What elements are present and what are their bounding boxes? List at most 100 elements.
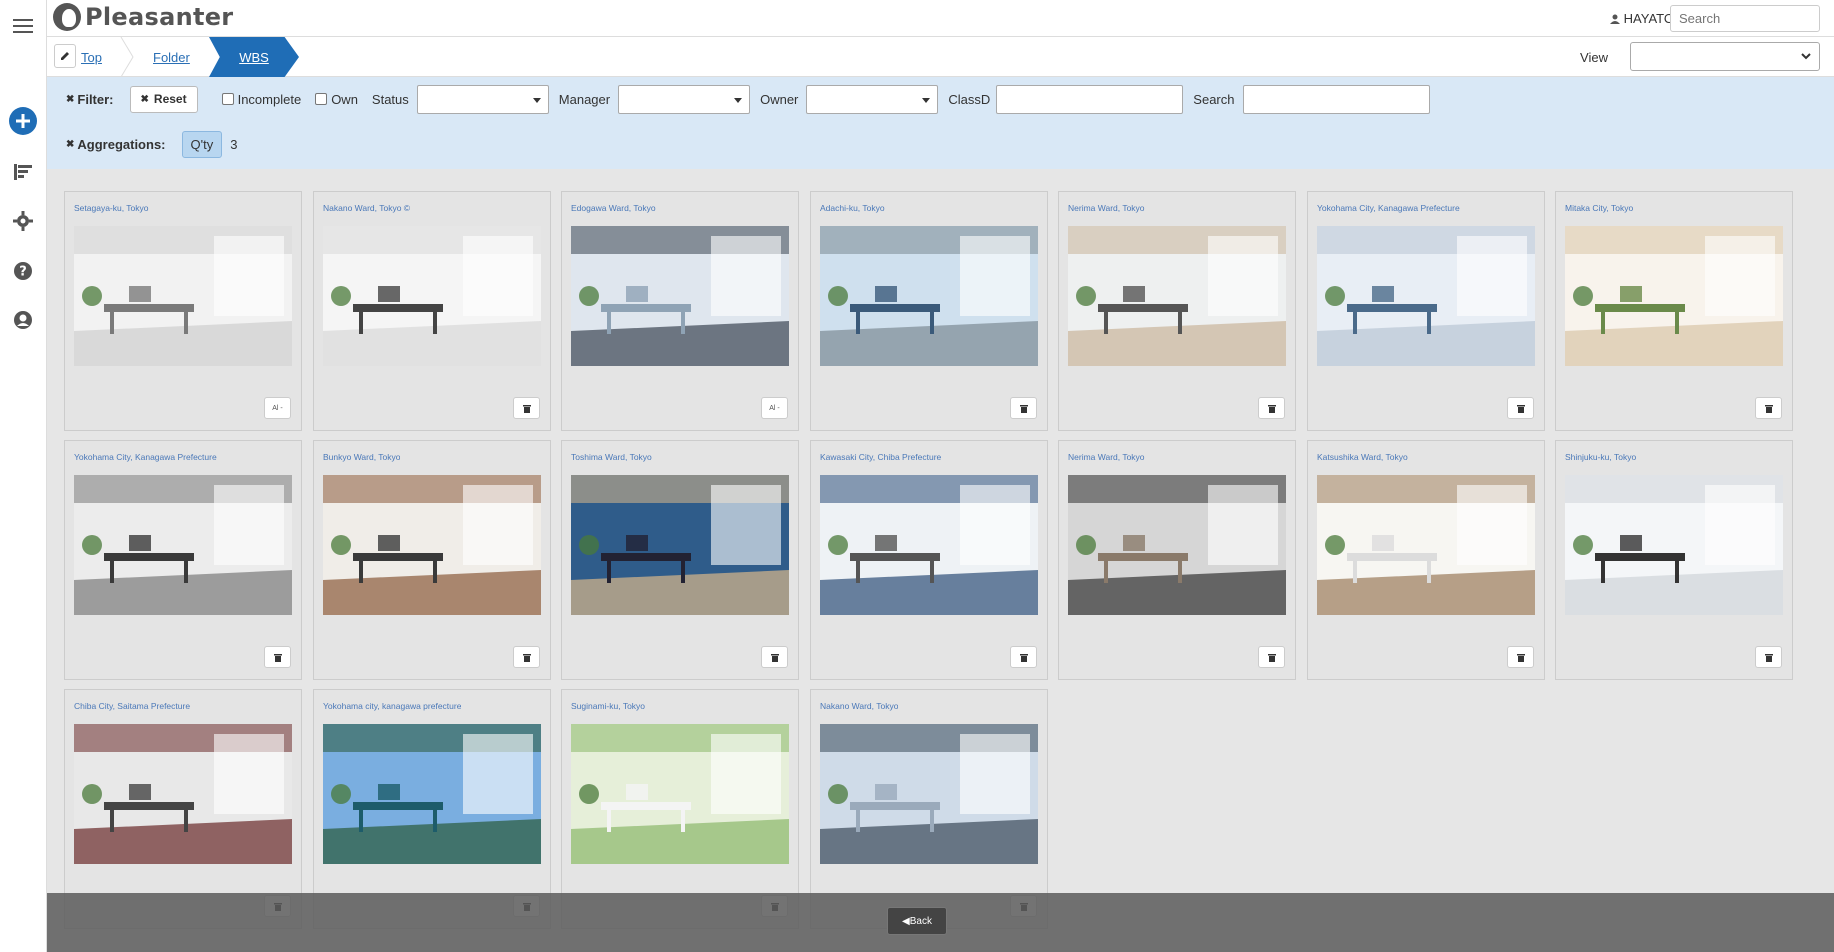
gallery-card[interactable]: Mitaka City, Tokyo bbox=[1555, 191, 1793, 431]
filter-toggle[interactable]: ✖ Filter: bbox=[66, 92, 114, 107]
card-title[interactable]: Nakano Ward, Tokyo © bbox=[323, 203, 410, 213]
card-title[interactable]: Yokohama City, Kanagawa Prefecture bbox=[1317, 203, 1460, 213]
office-photo[interactable] bbox=[1565, 475, 1783, 615]
office-photo[interactable] bbox=[1565, 226, 1783, 366]
delete-button[interactable] bbox=[1755, 646, 1782, 668]
card-title[interactable]: Adachi-ku, Tokyo bbox=[820, 203, 885, 213]
trash-icon bbox=[1019, 404, 1028, 413]
card-title[interactable]: Kawasaki City, Chiba Prefecture bbox=[820, 452, 941, 462]
delete-button[interactable] bbox=[264, 646, 291, 668]
office-photo[interactable] bbox=[820, 475, 1038, 615]
card-action-button[interactable]: Al - bbox=[761, 397, 788, 419]
user-name: HAYATO bbox=[1623, 11, 1674, 26]
gallery-card[interactable]: Katsushika Ward, Tokyo bbox=[1307, 440, 1545, 680]
help-icon[interactable]: ? bbox=[9, 257, 37, 285]
settings-icon[interactable] bbox=[9, 207, 37, 235]
gallery-card[interactable]: Edogawa Ward, Tokyo Al - bbox=[561, 191, 799, 431]
office-photo[interactable] bbox=[820, 226, 1038, 366]
card-title[interactable]: Chiba City, Saitama Prefecture bbox=[74, 701, 190, 711]
card-title[interactable]: Yokohama City, Kanagawa Prefecture bbox=[74, 452, 217, 462]
aggregations-toggle[interactable]: ✖ Aggregations: bbox=[66, 137, 166, 152]
card-title[interactable]: Mitaka City, Tokyo bbox=[1565, 203, 1633, 213]
card-title[interactable]: Edogawa Ward, Tokyo bbox=[571, 203, 656, 213]
owner-select[interactable] bbox=[806, 84, 939, 114]
incomplete-box[interactable] bbox=[221, 93, 234, 105]
own-box[interactable] bbox=[315, 93, 328, 105]
delete-button[interactable] bbox=[1258, 646, 1285, 668]
delete-button[interactable] bbox=[513, 646, 540, 668]
sort-icon[interactable] bbox=[9, 158, 37, 186]
app-logo[interactable]: Pleasanter bbox=[53, 3, 233, 31]
incomplete-checkbox[interactable]: Incomplete bbox=[221, 92, 301, 107]
menu-icon[interactable] bbox=[9, 12, 37, 40]
office-photo[interactable] bbox=[323, 724, 541, 864]
delete-button[interactable] bbox=[1507, 646, 1534, 668]
delete-button[interactable] bbox=[1755, 397, 1782, 419]
card-title[interactable]: Nerima Ward, Tokyo bbox=[1068, 452, 1145, 462]
office-photo[interactable] bbox=[74, 475, 292, 615]
gallery-card[interactable]: Yokohama City, Kanagawa Prefecture bbox=[1307, 191, 1545, 431]
delete-button[interactable] bbox=[1507, 397, 1534, 419]
card-title[interactable]: Setagaya-ku, Tokyo bbox=[74, 203, 149, 213]
card-title[interactable]: Shinjuku-ku, Tokyo bbox=[1565, 452, 1636, 462]
gallery-card[interactable]: Kawasaki City, Chiba Prefecture bbox=[810, 440, 1048, 680]
view-select[interactable] bbox=[1630, 42, 1820, 71]
breadcrumb: Top Folder WBS View bbox=[47, 37, 1834, 77]
back-label: ◀Back bbox=[902, 915, 932, 927]
card-action-button[interactable]: Al - bbox=[264, 397, 291, 419]
add-icon[interactable] bbox=[9, 107, 37, 135]
edit-icon[interactable] bbox=[54, 44, 76, 68]
header-search-input[interactable] bbox=[1670, 5, 1820, 32]
gallery-card[interactable]: Nerima Ward, Tokyo bbox=[1058, 191, 1296, 431]
office-photo[interactable] bbox=[1068, 475, 1286, 615]
office-photo[interactable] bbox=[323, 475, 541, 615]
user-menu[interactable]: HAYATO bbox=[1609, 11, 1674, 26]
gallery-card[interactable]: Setagaya-ku, Tokyo Al - bbox=[64, 191, 302, 431]
office-photo[interactable] bbox=[571, 475, 789, 615]
reset-button[interactable]: ✖ Reset bbox=[129, 85, 198, 113]
breadcrumb-folder[interactable]: Folder bbox=[153, 37, 190, 77]
gallery-card[interactable]: Bunkyo Ward, Tokyo bbox=[313, 440, 551, 680]
card-title[interactable]: Suginami-ku, Tokyo bbox=[571, 701, 645, 711]
classd-input[interactable] bbox=[996, 84, 1184, 114]
office-photo[interactable] bbox=[1317, 226, 1535, 366]
status-select[interactable] bbox=[416, 84, 549, 114]
back-button[interactable]: ◀Back bbox=[887, 907, 947, 935]
delete-button[interactable] bbox=[513, 397, 540, 419]
delete-button[interactable] bbox=[1258, 397, 1285, 419]
office-photo[interactable] bbox=[1317, 475, 1535, 615]
office-photo[interactable] bbox=[74, 226, 292, 366]
manager-select[interactable] bbox=[618, 84, 751, 114]
delete-button[interactable] bbox=[1010, 646, 1037, 668]
office-photo[interactable] bbox=[74, 724, 292, 864]
card-title[interactable]: Nerima Ward, Tokyo bbox=[1068, 203, 1145, 213]
filter-search-input[interactable] bbox=[1242, 84, 1430, 114]
office-photo[interactable] bbox=[323, 226, 541, 366]
card-title[interactable]: Katsushika Ward, Tokyo bbox=[1317, 452, 1408, 462]
office-photo[interactable] bbox=[571, 226, 789, 366]
delete-button[interactable] bbox=[761, 646, 788, 668]
breadcrumb-top[interactable]: Top bbox=[81, 37, 102, 77]
office-photo[interactable] bbox=[820, 724, 1038, 864]
office-photo[interactable] bbox=[571, 724, 789, 864]
card-title[interactable]: Yokohama city, kanagawa prefecture bbox=[323, 701, 461, 711]
account-icon[interactable] bbox=[9, 306, 37, 334]
gallery-card[interactable]: Shinjuku-ku, Tokyo bbox=[1555, 440, 1793, 680]
dropdown-arrow-icon bbox=[922, 97, 931, 103]
gallery-card[interactable]: Yokohama City, Kanagawa Prefecture bbox=[64, 440, 302, 680]
gallery-card[interactable]: Toshima Ward, Tokyo bbox=[561, 440, 799, 680]
gallery-card[interactable]: Adachi-ku, Tokyo bbox=[810, 191, 1048, 431]
gallery-card[interactable]: Nerima Ward, Tokyo bbox=[1058, 440, 1296, 680]
card-title[interactable]: Bunkyo Ward, Tokyo bbox=[323, 452, 400, 462]
svg-text:?: ? bbox=[19, 265, 27, 280]
breadcrumb-wbs[interactable]: WBS bbox=[209, 37, 299, 77]
qty-badge[interactable]: Q'ty bbox=[181, 130, 223, 158]
card-title[interactable]: Nakano Ward, Tokyo bbox=[820, 701, 898, 711]
delete-button[interactable] bbox=[1010, 397, 1037, 419]
office-photo[interactable] bbox=[1068, 226, 1286, 366]
card-title[interactable]: Toshima Ward, Tokyo bbox=[571, 452, 652, 462]
manager-label: Manager bbox=[558, 91, 611, 107]
gallery-card[interactable]: Nakano Ward, Tokyo © bbox=[313, 191, 551, 431]
left-rail: ? bbox=[0, 0, 47, 952]
own-checkbox[interactable]: Own bbox=[315, 92, 358, 107]
